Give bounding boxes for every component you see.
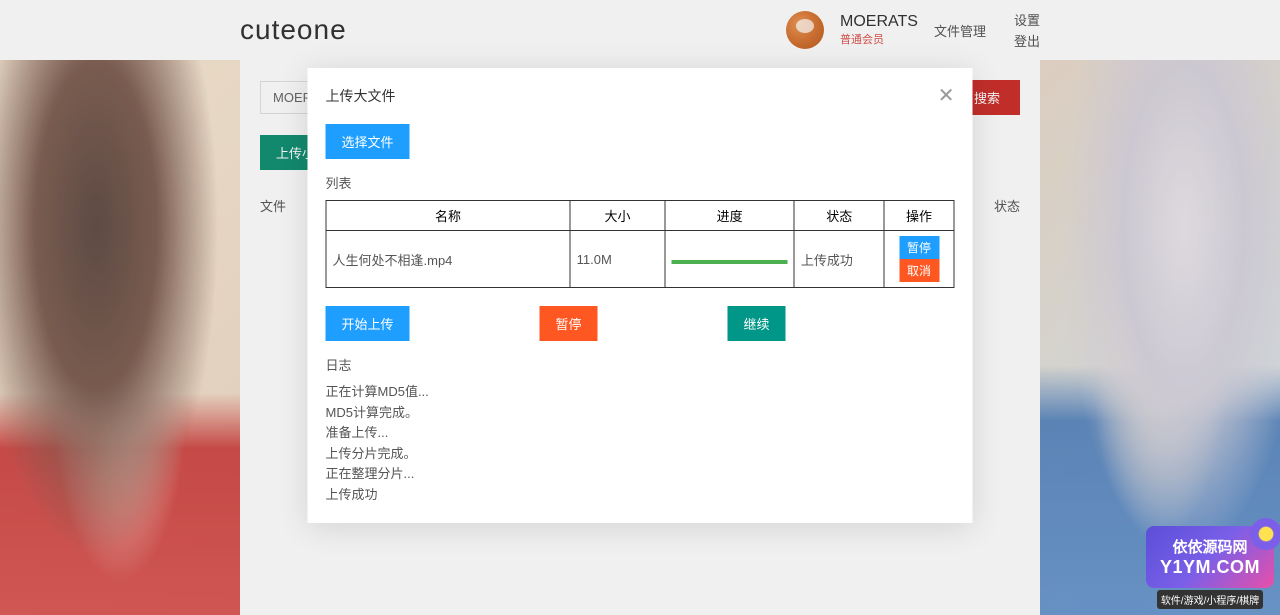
log-line: 正在计算MD5值... [326,382,955,402]
watermark: 依依源码网 Y1YM.COM 软件/游戏/小程序/棋牌 [1146,526,1274,609]
th-name: 名称 [326,201,570,231]
log-list: 正在计算MD5值... MD5计算完成。 准备上传... 上传分片完成。 正在整… [326,382,955,504]
close-icon[interactable]: ✕ [938,86,955,106]
watermark-en: Y1YM.COM [1160,557,1260,578]
watermark-circle-icon [1250,518,1280,550]
upload-table: 名称 大小 进度 状态 操作 人生何处不相逢.mp4 11.0M 上传成功 暂停… [326,200,955,288]
progress-bar [671,260,788,264]
watermark-sub: 软件/游戏/小程序/棋牌 [1157,590,1263,609]
watermark-main: 依依源码网 Y1YM.COM [1146,526,1274,588]
cell-status: 上传成功 [794,231,884,288]
action-row: 开始上传 暂停 继续 [326,306,955,341]
cell-name: 人生何处不相逢.mp4 [326,231,570,288]
cell-size: 11.0M [570,231,665,288]
log-line: 上传成功 [326,485,955,505]
log-line: 准备上传... [326,423,955,443]
row-cancel-button[interactable]: 取消 [899,259,939,282]
pause-button[interactable]: 暂停 [540,306,598,341]
table-row: 人生何处不相逢.mp4 11.0M 上传成功 暂停 取消 [326,231,954,288]
th-size: 大小 [570,201,665,231]
log-label: 日志 [326,355,955,374]
log-line: 正在整理分片... [326,464,955,484]
cell-progress [665,231,795,288]
continue-button[interactable]: 继续 [728,306,786,341]
modal-title: 上传大文件 [326,86,396,106]
cell-action: 暂停 取消 [884,231,954,288]
log-line: 上传分片完成。 [326,444,955,464]
list-label: 列表 [326,173,955,192]
start-upload-button[interactable]: 开始上传 [326,306,410,341]
row-pause-button[interactable]: 暂停 [899,236,939,259]
th-status: 状态 [794,201,884,231]
select-file-button[interactable]: 选择文件 [326,124,410,159]
th-progress: 进度 [665,201,795,231]
log-line: MD5计算完成。 [326,403,955,423]
watermark-cn: 依依源码网 [1160,536,1260,557]
upload-modal: 上传大文件 ✕ 选择文件 列表 名称 大小 进度 状态 操作 人生何处不相逢.m… [308,68,973,523]
table-header-row: 名称 大小 进度 状态 操作 [326,201,954,231]
th-action: 操作 [884,201,954,231]
modal-header: 上传大文件 ✕ [326,86,955,106]
